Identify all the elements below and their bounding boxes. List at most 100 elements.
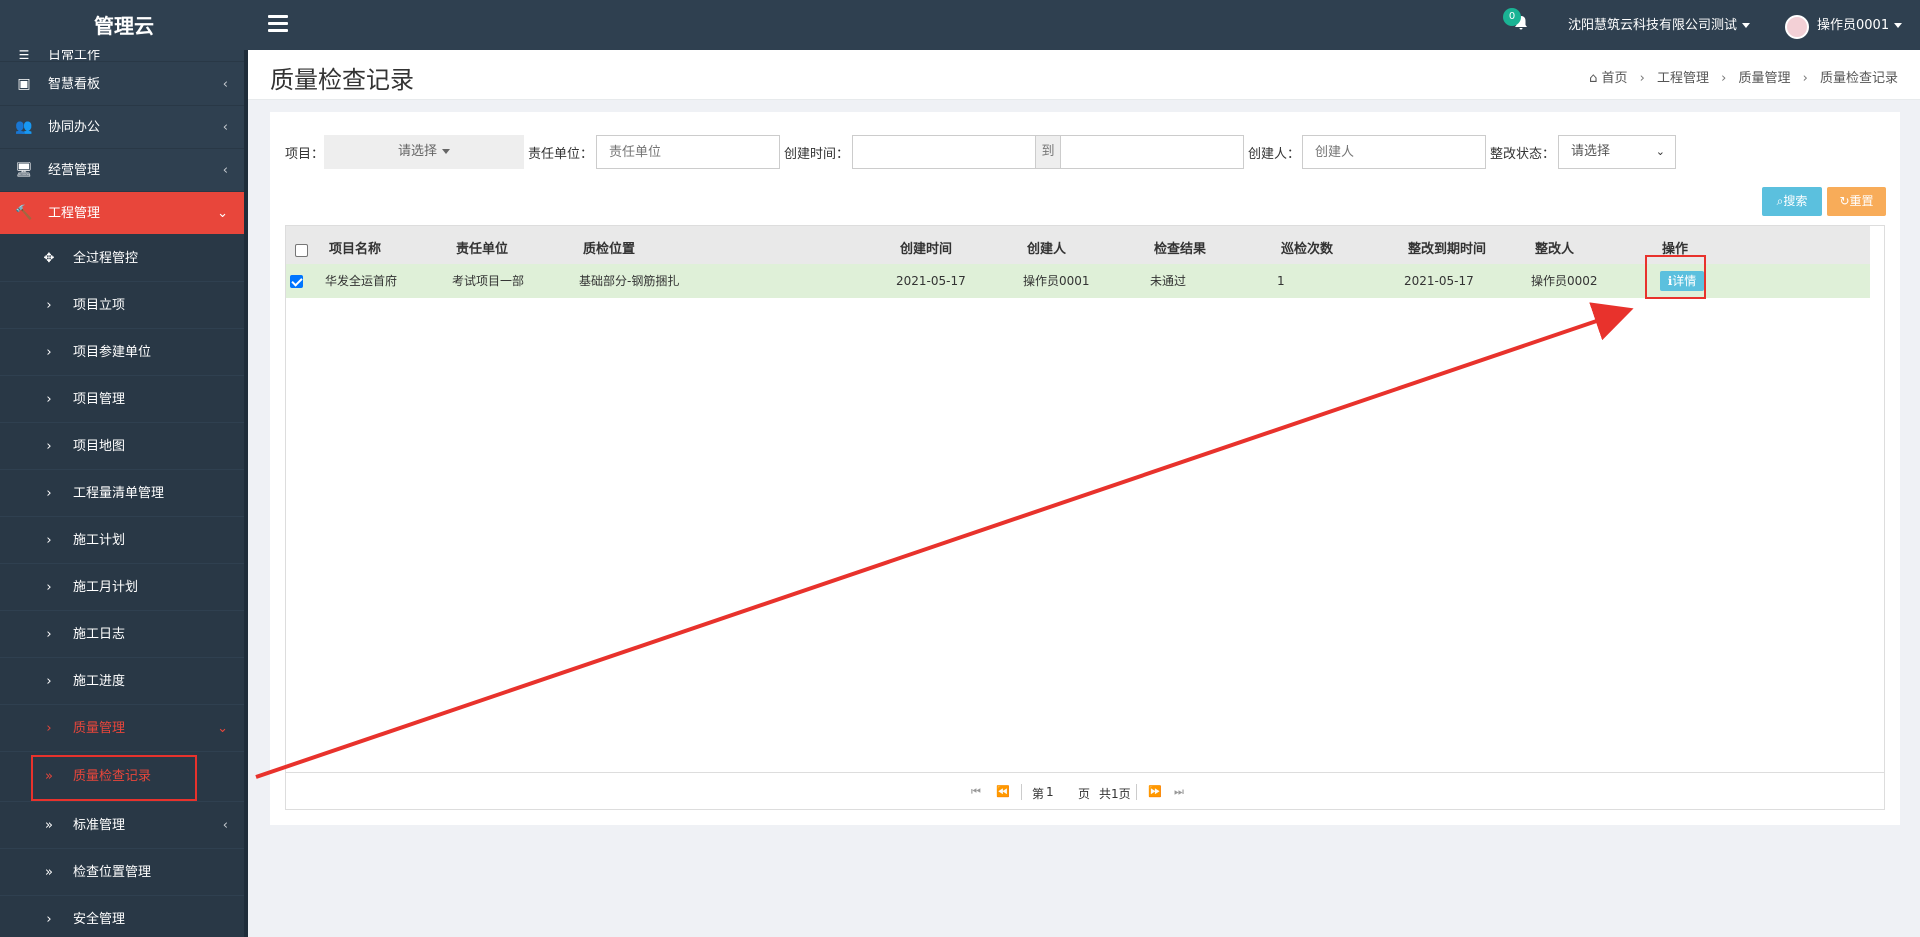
pager-divider bbox=[1136, 784, 1137, 800]
sidebar-item-label: 经营管理 bbox=[48, 163, 101, 178]
company-name: 沈阳慧筑云科技有限公司测试 bbox=[1568, 18, 1738, 33]
select-all-checkbox[interactable] bbox=[295, 244, 308, 257]
sidebar-sub-project-map[interactable]: › 项目地图 bbox=[0, 423, 244, 470]
user-dropdown[interactable]: 操作员0001 bbox=[1817, 0, 1903, 50]
chevron-down-icon: ⌄ bbox=[217, 721, 228, 736]
cell-count: 1 bbox=[1277, 274, 1285, 288]
column-header[interactable]: 整改人 bbox=[1535, 226, 1574, 264]
brand-title: 管理云 bbox=[94, 14, 154, 38]
sidebar-item-smart-board[interactable]: ▣ 智慧看板 ‹ bbox=[0, 63, 244, 106]
sidebar-sub-safety[interactable]: › 安全管理 bbox=[0, 896, 244, 937]
home-icon: ⌂ bbox=[1589, 71, 1598, 86]
sidebar-item-label: 施工月计划 bbox=[73, 580, 139, 595]
sidebar-sub-quantity-list[interactable]: › 工程量清单管理 bbox=[0, 470, 244, 517]
sidebar-item-label: 项目参建单位 bbox=[73, 345, 152, 360]
created-start-input[interactable] bbox=[852, 135, 1036, 169]
page-total: 共1页 bbox=[1099, 787, 1131, 801]
cell-location: 基础部分-钢筋捆扎 bbox=[579, 274, 680, 288]
first-page-icon[interactable]: ⏮ bbox=[971, 785, 981, 799]
sidebar-item-collab-office[interactable]: 👥 协同办公 ‹ bbox=[0, 106, 244, 149]
pager-divider bbox=[1021, 784, 1022, 800]
sidebar-item-label: 日常工作 bbox=[48, 50, 101, 63]
sidebar-sub-check-location[interactable]: » 检查位置管理 bbox=[0, 849, 244, 896]
chevron-right-icon: › bbox=[46, 439, 52, 454]
sidebar-sub-participants[interactable]: › 项目参建单位 bbox=[0, 329, 244, 376]
page-title: 质量检查记录 bbox=[270, 66, 414, 94]
search-button[interactable]: ⌕搜索 bbox=[1762, 187, 1822, 216]
sidebar-item-engineering[interactable]: 🔨 工程管理 ⌄ bbox=[0, 192, 244, 235]
sidebar-item-label: 工程量清单管理 bbox=[73, 486, 165, 501]
caret-down-icon bbox=[442, 149, 450, 154]
cell-creator: 操作员0001 bbox=[1023, 274, 1090, 288]
sidebar-item-label: 标准管理 bbox=[73, 818, 126, 833]
sidebar-item-label: 工程管理 bbox=[48, 206, 101, 221]
unit-input[interactable] bbox=[596, 135, 780, 169]
created-time-label: 创建时间： bbox=[784, 147, 850, 162]
sidebar-item-label: 施工日志 bbox=[73, 627, 126, 642]
table-row[interactable]: 华发全运首府 考试项目一部 基础部分-钢筋捆扎 2021-05-17 操作员00… bbox=[286, 264, 1870, 298]
sidebar-sub-monthly-plan[interactable]: › 施工月计划 bbox=[0, 564, 244, 611]
cell-unit: 考试项目一部 bbox=[452, 274, 525, 288]
sidebar-sub-construction-plan[interactable]: › 施工计划 bbox=[0, 517, 244, 564]
page-number-input[interactable]: 1 bbox=[1046, 785, 1054, 799]
page-header: 质量检查记录 ⌂ 首页 › 工程管理 › 质量管理 › 质量检查记录 bbox=[248, 50, 1920, 100]
chevron-right-icon: › bbox=[46, 627, 52, 642]
chevron-right-icon: › bbox=[46, 392, 52, 407]
chevron-down-icon: ⌄ bbox=[1655, 145, 1665, 158]
chevron-left-icon: ‹ bbox=[222, 120, 228, 135]
column-header[interactable]: 创建人 bbox=[1027, 226, 1066, 264]
sidebar-sub-construction-log[interactable]: › 施工日志 bbox=[0, 611, 244, 658]
sidebar-sub-quality[interactable]: › 质量管理 ⌄ bbox=[0, 705, 244, 752]
sidebar-sub-full-process[interactable]: ✥ 全过程管控 bbox=[0, 235, 244, 282]
last-page-icon[interactable]: ⏭ bbox=[1174, 785, 1184, 799]
content-panel: 项目： 请选择 责任单位： 创建时间： 到 创建人： 整改状态： 请选择 ⌄ ⌕搜… bbox=[270, 112, 1900, 825]
list-icon: ☰ bbox=[18, 50, 30, 62]
sidebar-item-daily-work[interactable]: ☰ 日常工作 bbox=[0, 50, 244, 62]
sidebar-sub-progress[interactable]: › 施工进度 bbox=[0, 658, 244, 705]
sidebar-item-label: 施工进度 bbox=[73, 674, 126, 689]
sidebar-sub-project-mgmt[interactable]: › 项目管理 bbox=[0, 376, 244, 423]
column-header[interactable]: 整改到期时间 bbox=[1408, 226, 1486, 264]
prev-page-icon[interactable]: ⏪ bbox=[996, 785, 1010, 798]
breadcrumb-engineering[interactable]: 工程管理 bbox=[1657, 71, 1709, 86]
breadcrumb: ⌂ 首页 › 工程管理 › 质量管理 › 质量检查记录 bbox=[1589, 67, 1898, 86]
status-select[interactable]: 请选择 ⌄ bbox=[1558, 135, 1676, 169]
column-header[interactable]: 责任单位 bbox=[456, 226, 508, 264]
chevron-right-icon: › bbox=[46, 533, 52, 548]
chevron-right-icon: › bbox=[46, 721, 52, 736]
highlight-box bbox=[1645, 255, 1706, 299]
creator-input[interactable] bbox=[1302, 135, 1486, 169]
reset-button[interactable]: ↻重置 bbox=[1827, 187, 1886, 216]
column-header[interactable]: 质检位置 bbox=[583, 226, 635, 264]
double-chevron-right-icon: » bbox=[45, 865, 53, 880]
menu-toggle-icon[interactable] bbox=[268, 15, 288, 35]
column-header[interactable]: 检查结果 bbox=[1154, 226, 1206, 264]
dashboard-icon: ▣ bbox=[17, 76, 31, 92]
sidebar-sub-project-setup[interactable]: › 项目立项 bbox=[0, 282, 244, 329]
next-page-icon[interactable]: ⏩ bbox=[1148, 785, 1162, 798]
avatar[interactable] bbox=[1785, 15, 1809, 39]
company-dropdown[interactable]: 沈阳慧筑云科技有限公司测试 bbox=[1568, 0, 1751, 50]
sidebar-item-label: 协同办公 bbox=[48, 120, 101, 135]
breadcrumb-quality[interactable]: 质量管理 bbox=[1738, 71, 1790, 86]
sidebar-sub-standards[interactable]: » 标准管理 ‹ bbox=[0, 802, 244, 849]
highlight-box bbox=[31, 755, 197, 801]
row-checkbox[interactable] bbox=[290, 275, 303, 288]
chevron-right-icon: › bbox=[46, 580, 52, 595]
chevron-left-icon: ‹ bbox=[222, 818, 228, 833]
page-suffix: 页 bbox=[1078, 787, 1091, 801]
created-end-input[interactable] bbox=[1060, 135, 1244, 169]
column-header[interactable]: 巡检次数 bbox=[1281, 226, 1333, 264]
sidebar-sub-quality-records[interactable]: » 质量检查记录 bbox=[0, 752, 244, 802]
sidebar-item-label: 智慧看板 bbox=[48, 77, 101, 92]
column-header[interactable]: 项目名称 bbox=[329, 226, 381, 264]
double-chevron-right-icon: » bbox=[45, 818, 53, 833]
column-header[interactable]: 创建时间 bbox=[900, 226, 952, 264]
chevron-right-icon: › bbox=[46, 486, 52, 501]
project-select[interactable]: 请选择 bbox=[324, 135, 524, 169]
breadcrumb-home[interactable]: 首页 bbox=[1601, 71, 1627, 86]
refresh-icon: ↻ bbox=[1839, 194, 1850, 208]
sidebar: ☰ 日常工作 ▣ 智慧看板 ‹ 👥 协同办公 ‹ 🖥 经营管理 ‹ 🔨 工程管理… bbox=[0, 50, 248, 937]
table-header: 项目名称 责任单位 质检位置 创建时间 创建人 检查结果 巡检次数 整改到期时间… bbox=[286, 226, 1870, 264]
sidebar-item-business[interactable]: 🖥 经营管理 ‹ bbox=[0, 149, 244, 192]
